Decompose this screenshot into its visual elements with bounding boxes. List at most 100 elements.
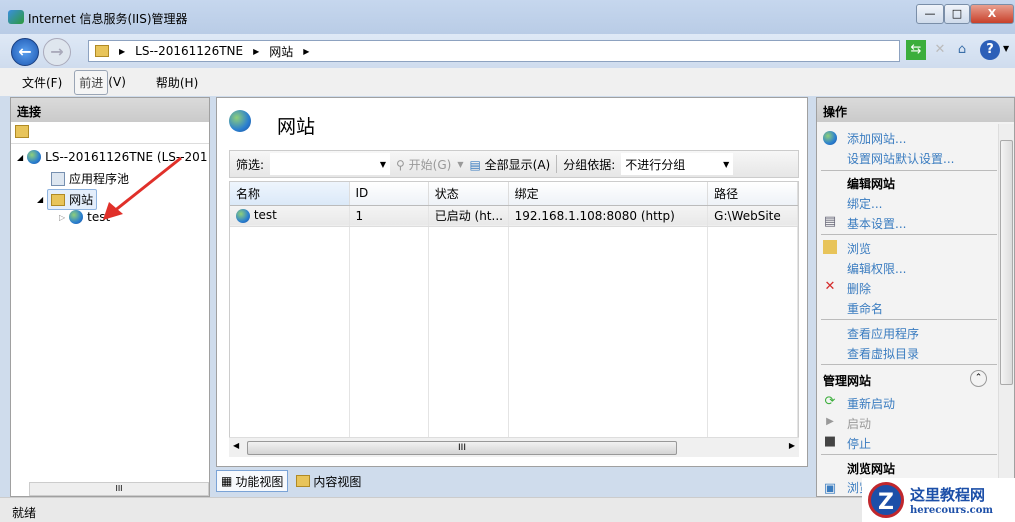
go-button[interactable]: ⚲ 开始(G) bbox=[396, 156, 451, 173]
breadcrumb-server[interactable]: LS--20161126TNE bbox=[135, 44, 243, 58]
sites-folder-icon bbox=[51, 193, 66, 206]
menu-file[interactable]: 文件(F) bbox=[22, 74, 62, 91]
add-site-icon bbox=[823, 131, 837, 145]
browse-site-heading: 浏览网站 bbox=[847, 462, 896, 476]
column-binding[interactable]: 绑定 bbox=[508, 182, 709, 206]
action-bindings[interactable]: 绑定... bbox=[847, 195, 882, 212]
content-view-icon bbox=[296, 475, 311, 487]
sites-page-icon bbox=[229, 110, 251, 132]
start-icon: ▶ bbox=[826, 416, 834, 427]
watermark-logo: Z 这里教程网 herecours.com bbox=[862, 478, 1015, 522]
browse-icon: ▣ bbox=[823, 481, 837, 496]
features-view-icon: ▦ bbox=[221, 474, 233, 488]
menu-view[interactable]: (V) bbox=[108, 75, 126, 89]
help-icon[interactable]: ? bbox=[980, 40, 1000, 60]
table-row[interactable]: test 1 已启动 (ht... 192.168.1.108:8080 (ht… bbox=[230, 205, 798, 227]
refresh-icon[interactable]: ⇆ bbox=[906, 40, 926, 60]
action-basic-settings[interactable]: 基本设置... bbox=[847, 215, 906, 232]
edit-site-heading: 编辑网站 bbox=[847, 177, 896, 191]
show-all-icon: ▤ bbox=[469, 157, 485, 172]
menu-help[interactable]: 帮助(H) bbox=[156, 74, 198, 91]
toolbar-divider bbox=[556, 155, 558, 173]
action-rename[interactable]: 重命名 bbox=[847, 300, 883, 317]
forward-button[interactable]: → bbox=[43, 38, 71, 66]
action-view-applications[interactable]: 查看应用程序 bbox=[847, 325, 919, 342]
view-tabs: ▦ 功能视图 内容视图 bbox=[216, 470, 365, 492]
scrollbar-thumb[interactable] bbox=[1000, 140, 1013, 385]
column-status[interactable]: 状态 bbox=[428, 182, 509, 206]
cell-binding: 192.168.1.108:8080 (http) bbox=[508, 205, 709, 227]
folder-icon bbox=[95, 45, 109, 57]
new-connection-icon[interactable] bbox=[15, 125, 29, 138]
connections-panel: 连接 ◢ LS--20161126TNE (LS--201 应用程序池 ◢ 网站… bbox=[10, 97, 210, 497]
table-header: 名称 ID 状态 绑定 路径 bbox=[230, 182, 798, 206]
action-stop[interactable]: 停止 bbox=[847, 435, 871, 452]
sites-table: 名称 ID 状态 绑定 路径 test 1 已启动 (ht... 192.168… bbox=[229, 181, 799, 451]
basic-settings-icon: ▤ bbox=[823, 214, 837, 229]
action-start[interactable]: 启动 bbox=[847, 415, 871, 432]
tab-content-view[interactable]: 内容视图 bbox=[292, 470, 365, 492]
breadcrumb-separator: ▶ bbox=[119, 46, 126, 56]
server-icon bbox=[27, 150, 42, 164]
column-id[interactable]: ID bbox=[349, 182, 429, 206]
connections-toolbar bbox=[11, 122, 209, 144]
scrollbar-thumb[interactable]: III bbox=[247, 441, 677, 455]
collapse-icon[interactable]: ◢ bbox=[17, 153, 23, 162]
filter-toolbar: 筛选: ▼ ⚲ 开始(G) ▼ ▤ 全部显示(A) 分组依据: 不进行分组 ▼ bbox=[229, 150, 799, 178]
column-path[interactable]: 路径 bbox=[707, 182, 798, 206]
left-horizontal-scrollbar[interactable]: III bbox=[29, 482, 209, 496]
breadcrumb-separator: ▶ bbox=[303, 46, 310, 56]
expand-icon[interactable]: ▷ bbox=[59, 213, 65, 222]
action-add-site[interactable]: 添加网站... bbox=[847, 130, 906, 147]
explore-icon bbox=[823, 240, 837, 254]
connections-header: 连接 bbox=[11, 98, 209, 122]
action-site-defaults[interactable]: 设置网站默认设置... bbox=[847, 150, 954, 167]
breadcrumb-sites[interactable]: 网站 bbox=[269, 43, 293, 60]
forward-tooltip-button[interactable]: 前进 bbox=[74, 69, 109, 95]
back-button[interactable]: ← bbox=[11, 38, 39, 66]
action-restart[interactable]: 重新启动 bbox=[847, 395, 895, 412]
cell-path: G:\WebSite bbox=[707, 205, 798, 227]
maximize-button[interactable]: □ bbox=[944, 4, 970, 24]
app-pool-icon bbox=[51, 171, 65, 186]
filter-label: 筛选: bbox=[236, 157, 265, 172]
table-horizontal-scrollbar[interactable]: ◀ III ▶ bbox=[229, 437, 799, 457]
action-explore[interactable]: 浏览 bbox=[847, 240, 871, 257]
watermark-z-icon: Z bbox=[868, 482, 904, 518]
cell-id: 1 bbox=[349, 205, 429, 227]
collapse-section-icon[interactable]: ⌃ bbox=[970, 370, 987, 387]
address-bar[interactable]: ▶ LS--20161126TNE ▶ 网站 ▶ bbox=[88, 40, 900, 62]
actions-vertical-scrollbar[interactable] bbox=[998, 124, 1014, 498]
menu-bar: 文件(F) 前进 (V) 帮助(H) bbox=[0, 68, 1015, 96]
site-globe-icon bbox=[236, 208, 250, 223]
tab-features-view[interactable]: ▦ 功能视图 bbox=[216, 470, 289, 492]
go-dropdown-icon[interactable]: ▼ bbox=[457, 160, 463, 169]
title-bar: Internet 信息服务(IIS)管理器 — □ X bbox=[0, 0, 1015, 34]
tree-node-sites[interactable]: ◢ 网站 bbox=[37, 189, 98, 210]
breadcrumb-separator: ▶ bbox=[253, 46, 260, 56]
actions-header: 操作 bbox=[817, 98, 1014, 122]
cell-name: test bbox=[230, 205, 350, 227]
show-all-button[interactable]: ▤ 全部显示(A) bbox=[469, 156, 550, 173]
action-edit-permissions[interactable]: 编辑权限... bbox=[847, 260, 906, 277]
cell-status: 已启动 (ht... bbox=[428, 205, 509, 227]
collapse-icon[interactable]: ◢ bbox=[37, 195, 43, 204]
actions-panel: 操作 添加网站... 设置网站默认设置... 编辑网站 绑定... ▤ 基本设置… bbox=[816, 97, 1015, 498]
help-dropdown-icon[interactable]: ▼ bbox=[1003, 44, 1009, 53]
window-title: Internet 信息服务(IIS)管理器 bbox=[28, 12, 188, 26]
iis-app-icon bbox=[8, 10, 24, 24]
home-icon[interactable]: ⌂ bbox=[952, 40, 972, 60]
group-by-label: 分组依据: bbox=[563, 157, 616, 172]
annotation-arrow bbox=[103, 156, 182, 220]
action-view-virtual-dirs[interactable]: 查看虚拟目录 bbox=[847, 345, 919, 362]
site-globe-icon bbox=[69, 210, 84, 224]
group-by-select[interactable]: 不进行分组 ▼ bbox=[621, 153, 734, 175]
close-button[interactable]: X bbox=[970, 4, 1014, 24]
stop-icon[interactable]: ✕ bbox=[930, 40, 950, 60]
action-remove[interactable]: 删除 bbox=[847, 280, 871, 297]
manage-site-heading: 管理网站 bbox=[823, 374, 872, 388]
filter-input[interactable]: ▼ bbox=[270, 153, 391, 175]
page-title: 网站 bbox=[277, 116, 316, 138]
minimize-button[interactable]: — bbox=[916, 4, 944, 24]
column-name[interactable]: 名称 bbox=[230, 182, 350, 206]
